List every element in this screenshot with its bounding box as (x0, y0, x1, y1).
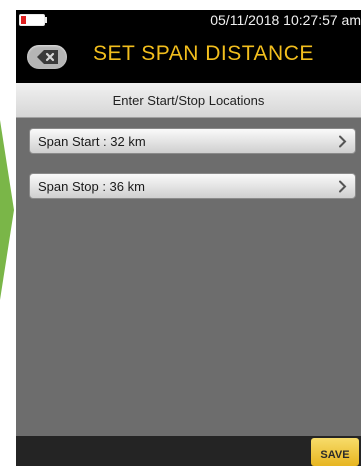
battery-terminal (45, 17, 47, 23)
battery-icon (19, 14, 45, 26)
close-x-icon (37, 50, 58, 64)
status-bar: 05/11/2018 10:27:57 am (16, 10, 361, 31)
device-screen: 05/11/2018 10:27:57 am SET SPAN DISTANCE… (16, 10, 361, 466)
battery-level (21, 16, 26, 24)
side-arrow-decoration (0, 120, 14, 300)
instruction-header: Enter Start/Stop Locations (16, 83, 361, 118)
title-bar: SET SPAN DISTANCE (16, 31, 361, 83)
span-start-item[interactable]: Span Start : 32 km (29, 128, 356, 154)
span-start-label: Span Start : 32 km (38, 134, 146, 149)
menu-area: Span Start : 32 km Span Stop : 36 km (16, 118, 361, 436)
page-title: SET SPAN DISTANCE (93, 42, 314, 65)
chevron-right-icon (339, 135, 347, 148)
span-stop-label: Span Stop : 36 km (38, 179, 145, 194)
save-button[interactable]: SAVE (311, 438, 359, 466)
datetime: 05/11/2018 10:27:57 am (210, 12, 361, 28)
back-button[interactable] (27, 45, 67, 69)
chevron-right-icon (339, 180, 347, 193)
span-stop-item[interactable]: Span Stop : 36 km (29, 173, 356, 199)
bottom-bar: SAVE (16, 436, 361, 466)
